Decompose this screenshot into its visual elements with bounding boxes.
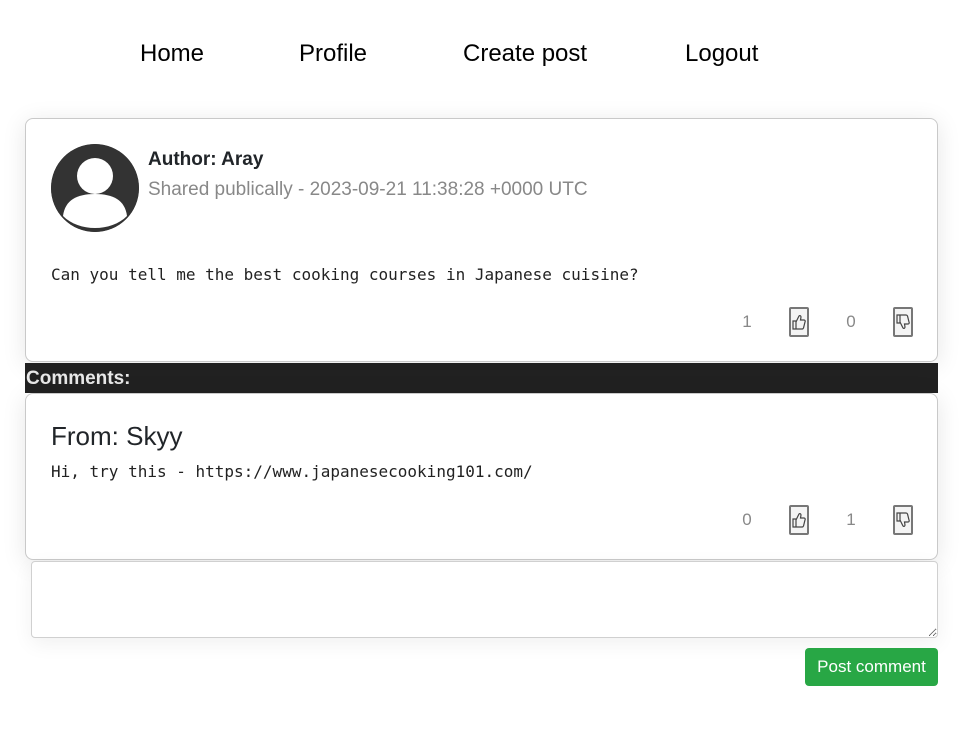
nav-profile-link[interactable]: Profile [299,40,367,68]
post-like-button[interactable] [789,307,809,337]
thumbs-up-icon [792,512,806,528]
post-dislike-button[interactable] [893,307,913,337]
post-dislike-count: 0 [846,312,856,331]
nav-create-post-link[interactable]: Create post [463,40,587,68]
comment-body: Hi, try this - https://www.japanesecooki… [51,462,533,481]
top-nav: Home Profile Create post Logout [0,0,973,110]
comment-card: From: Skyy Hi, try this - https://www.ja… [25,393,938,560]
comment-like-count: 0 [742,510,752,529]
thumbs-down-icon [896,512,910,528]
nav-logout-link[interactable]: Logout [685,40,758,68]
comment-votes: 0 1 [727,505,913,535]
comment-dislike-button[interactable] [893,505,913,535]
user-avatar-icon [51,144,139,232]
post-meta: Shared publically - 2023-09-21 11:38:28 … [148,179,588,200]
post-body: Can you tell me the best cooking courses… [51,265,639,284]
comment-author: From: Skyy [51,421,183,451]
comment-like-button[interactable] [789,505,809,535]
thumbs-down-icon [896,314,910,330]
post-author: Author: Aray [148,149,264,170]
comments-header: Comments: [25,363,938,393]
post-like-count: 1 [742,312,752,331]
nav-home-link[interactable]: Home [140,40,204,68]
post-votes: 1 0 [727,307,913,337]
thumbs-up-icon [792,314,806,330]
comment-textarea[interactable] [31,561,938,638]
post-comment-button[interactable]: Post comment [805,648,938,686]
post-card: Author: Aray Shared publically - 2023-09… [25,118,938,362]
comment-dislike-count: 1 [846,510,856,529]
